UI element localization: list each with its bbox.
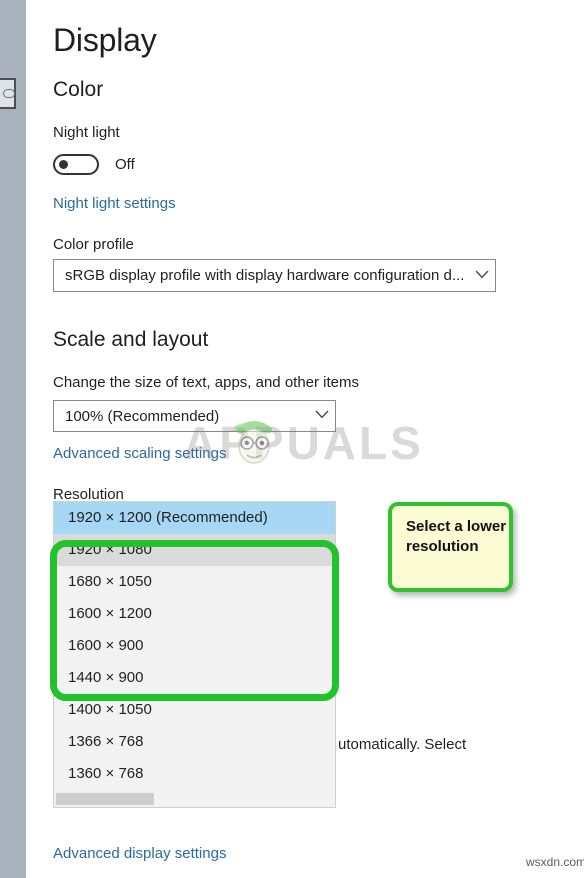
- chevron-down-icon: [309, 410, 335, 422]
- scale-percentage-value: 100% (Recommended): [65, 407, 220, 425]
- scale-percentage-select[interactable]: 100% (Recommended): [53, 400, 336, 432]
- resolution-option[interactable]: 1400 × 1050: [54, 694, 335, 726]
- dropdown-horizontal-scroll-thumb[interactable]: [56, 793, 154, 805]
- change-size-label: Change the size of text, apps, and other…: [53, 374, 360, 391]
- resolution-option-container: 1920 × 1200 (Recommended) 1920 × 1080 1680…: [54, 502, 335, 790]
- resolution-option[interactable]: 1366 × 768: [54, 726, 335, 758]
- night-light-toggle[interactable]: [53, 153, 99, 175]
- resolution-option[interactable]: 1920 × 1080: [54, 534, 335, 566]
- section-heading-scale-and-layout: Scale and layout: [53, 328, 209, 351]
- dropdown-horizontal-scrollbar[interactable]: [55, 793, 334, 806]
- advanced-scaling-settings-link[interactable]: Advanced scaling settings: [53, 445, 226, 462]
- resolution-option[interactable]: 1680 × 1050: [54, 566, 335, 598]
- night-light-label: Night light: [53, 124, 120, 141]
- night-light-toggle-state: Off: [115, 155, 135, 173]
- chevron-down-icon: [469, 270, 495, 282]
- resolution-option[interactable]: 1600 × 1200: [54, 598, 335, 630]
- section-heading-color: Color: [53, 78, 104, 101]
- display-settings-pane: Display Color Night light Off Night ligh…: [26, 0, 584, 878]
- left-navigation-rail: [0, 0, 26, 878]
- resolution-dropdown-list[interactable]: 1920 × 1200 (Recommended) 1920 × 1080 1680…: [53, 501, 336, 808]
- color-profile-select[interactable]: sRGB display profile with display hardwa…: [53, 259, 496, 292]
- page-title: Display: [53, 22, 157, 58]
- advanced-display-settings-link[interactable]: Advanced display settings: [53, 845, 226, 862]
- pill-outline-icon: [3, 89, 15, 98]
- color-profile-label: Color profile: [53, 236, 134, 253]
- night-light-toggle-row: Off: [53, 152, 135, 176]
- night-light-settings-link[interactable]: Night light settings: [53, 195, 176, 212]
- rail-partial-button[interactable]: [0, 78, 16, 109]
- resolution-option[interactable]: 1600 × 900: [54, 630, 335, 662]
- resolution-option[interactable]: 1360 × 768: [54, 758, 335, 790]
- annotation-callout-note: Select a lower resolution: [388, 502, 513, 592]
- wsxdn-watermark: wsxdn.com: [526, 855, 584, 869]
- color-profile-value: sRGB display profile with display hardwa…: [65, 267, 465, 284]
- resolution-option[interactable]: 1920 × 1200 (Recommended): [54, 502, 335, 534]
- toggle-knob: [59, 159, 68, 169]
- occluded-body-text: utomatically. Select: [338, 736, 467, 753]
- resolution-option[interactable]: 1440 × 900: [54, 662, 335, 694]
